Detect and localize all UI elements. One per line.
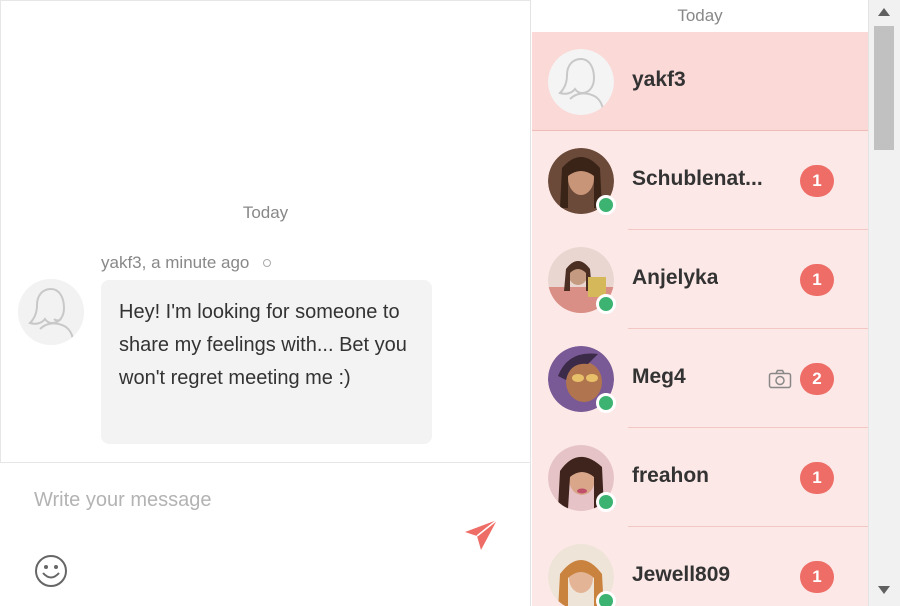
scroll-down-arrow-icon[interactable] [877,584,891,596]
camera-icon [768,369,792,389]
composer-divider [0,462,531,463]
message-input[interactable] [22,480,466,520]
conversation-name: freahon [632,464,710,487]
message-author: yakf3, [101,253,147,272]
send-icon [465,519,498,550]
chat-pane: Today yakf3, a minute ago Hey! I'm looki… [0,0,531,606]
conversation-name: yakf3 [632,68,686,91]
unread-badge: 1 [800,165,834,197]
conversation-row-yakf3[interactable]: yakf3 [532,32,868,131]
message-bubble: Hey! I'm looking for someone to share my… [101,280,432,444]
message-time: a minute ago [151,253,250,272]
online-indicator [596,294,616,314]
female-silhouette-icon [548,49,614,115]
scrollbar-thumb[interactable] [874,26,894,150]
chat-top-border [0,0,531,1]
unread-badge: 2 [800,363,834,395]
online-indicator [596,591,616,606]
smiley-icon [35,555,67,587]
unread-badge: 1 [800,462,834,494]
conversation-row-freahon[interactable]: freahon 1 [532,428,868,527]
conversation-row-schublenat[interactable]: Schublenat... 1 [532,131,868,230]
conversation-row-jewell809[interactable]: Jewell809 1 [532,527,868,606]
message-avatar[interactable] [18,279,84,345]
chat-left-border [0,0,1,462]
online-indicator [596,492,616,512]
unread-badge: 1 [800,264,834,296]
conversation-name: Meg4 [632,365,686,388]
female-silhouette-icon [18,279,84,345]
send-button[interactable] [463,516,499,552]
day-separator: Today [242,203,289,222]
list-day-header: Today [532,0,868,32]
conversation-row-meg4[interactable]: Meg4 2 [532,329,868,428]
conversation-name: Jewell809 [632,563,731,586]
conversation-row-anjelyka[interactable]: Anjelyka 1 [532,230,868,329]
conversation-list: Today yakf3 Schublenat... 1 Anjelyka 1 M… [532,0,868,606]
online-indicator [596,195,616,215]
avatar [548,49,614,115]
conversation-name: Anjelyka [632,266,719,289]
conversation-name: Schublenat... [632,167,763,190]
scroll-up-arrow-icon[interactable] [877,6,891,18]
unread-badge: 1 [800,561,834,593]
message-status-icon [263,259,272,267]
message-meta: yakf3, a minute ago [101,253,272,273]
list-scrollbar[interactable] [868,0,900,606]
message-author-time: yakf3, a minute ago [101,253,249,273]
emoji-button[interactable] [34,554,68,588]
online-indicator [596,393,616,413]
